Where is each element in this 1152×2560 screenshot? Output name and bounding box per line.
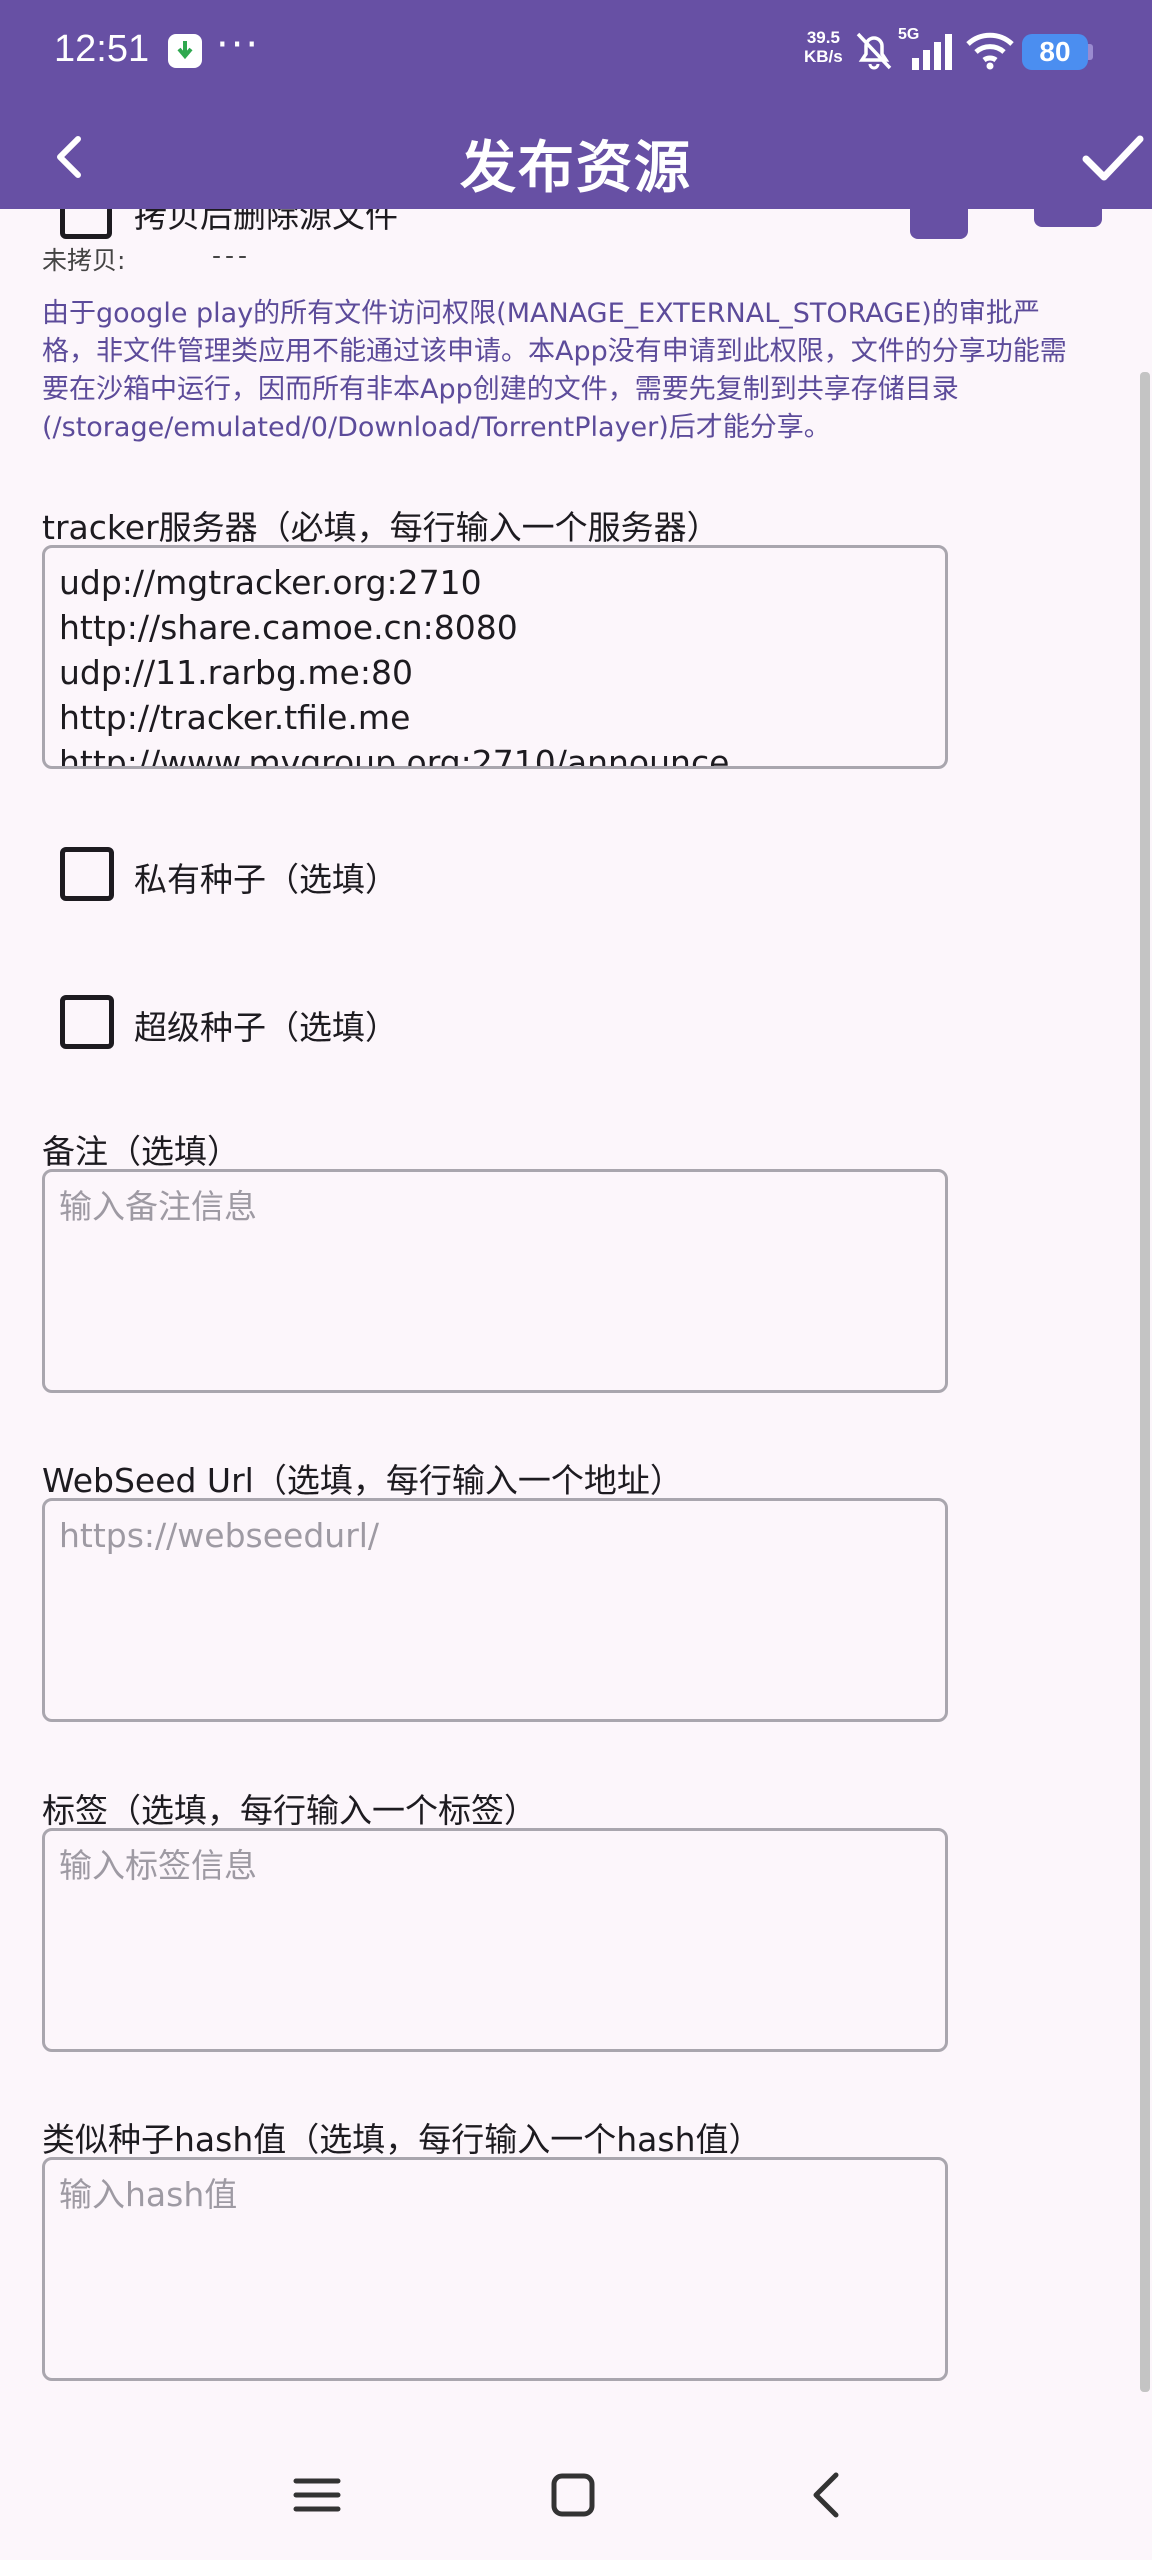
tags-placeholder: 输入标签信息 — [59, 1846, 257, 1885]
tracker-line: udp://mgtracker.org:2710 — [59, 563, 482, 602]
more-notifications-icon: ··· — [216, 22, 261, 68]
comment-label: 备注（选填） — [42, 1132, 240, 1171]
copy-action-button[interactable] — [910, 209, 968, 239]
delete-after-copy-checkbox[interactable] — [60, 209, 112, 239]
webseed-input[interactable]: https://webseedurl/ — [42, 1498, 948, 1722]
menu-icon — [293, 2478, 341, 2512]
tracker-line: udp://11.rarbg.me:80 — [59, 653, 413, 692]
network-speed: 39.5 KB/s — [804, 28, 843, 66]
not-copied-row: 未拷贝: --- — [42, 241, 247, 277]
comment-placeholder: 输入备注信息 — [59, 1187, 257, 1226]
tracker-line: http://www.mvgroup.org:2710/announce — [59, 743, 730, 769]
similar-hash-label: 类似种子hash值（选填，每行输入一个hash值） — [42, 2120, 762, 2159]
cell-signal-icon — [910, 34, 954, 74]
secondary-action-button[interactable] — [1034, 209, 1102, 227]
super-seed-label: 超级种子（选填） — [134, 1008, 398, 1047]
comment-input[interactable]: 输入备注信息 — [42, 1169, 948, 1393]
battery-level: 80 — [1022, 34, 1088, 70]
wifi-icon — [964, 30, 1016, 74]
tracker-line: http://tracker.tfile.me — [59, 698, 411, 737]
private-torrent-checkbox[interactable] — [60, 847, 114, 901]
download-notification-icon — [168, 34, 202, 68]
recent-apps-button[interactable] — [282, 2463, 352, 2527]
square-icon — [551, 2473, 595, 2517]
network-speed-value: 39.5 — [806, 28, 840, 47]
tracker-line: http://share.camoe.cn:8080 — [59, 608, 518, 647]
system-nav-bar — [0, 2431, 1152, 2560]
private-torrent-label: 私有种子（选填） — [134, 860, 398, 899]
tracker-input[interactable]: udp://mgtracker.org:2710 http://share.ca… — [42, 545, 948, 769]
similar-hash-input[interactable]: 输入hash值 — [42, 2157, 948, 2381]
not-copied-label: 未拷贝: — [42, 246, 126, 275]
tracker-label: tracker服务器（必填，每行输入一个服务器） — [42, 508, 720, 547]
tags-input[interactable]: 输入标签信息 — [42, 1828, 948, 2052]
permission-notice: 由于google play的所有文件访问权限(MANAGE_EXTERNAL_S… — [42, 298, 1067, 443]
status-time: 12:51 — [54, 28, 150, 70]
confirm-button[interactable] — [1078, 125, 1146, 189]
page-title: 发布资源 — [460, 136, 692, 201]
super-seed-checkbox[interactable] — [60, 995, 114, 1049]
battery-icon — [1088, 44, 1093, 60]
app-bar: 发布资源 — [0, 105, 1152, 209]
tags-label: 标签（选填，每行输入一个标签） — [42, 1791, 537, 1830]
form-content[interactable]: 拷贝后删除源文件 未拷贝: --- 由于google play的所有文件访问权限… — [0, 209, 1152, 2431]
not-copied-value: --- — [212, 241, 252, 270]
chevron-left-icon — [813, 2472, 839, 2518]
status-bar: 12:51 ··· 39.5 KB/s 5G 80 — [0, 0, 1152, 105]
network-speed-unit: KB/s — [804, 47, 843, 66]
bell-muted-icon — [852, 28, 896, 76]
similar-hash-placeholder: 输入hash值 — [59, 2175, 238, 2214]
webseed-label: WebSeed Url（选填，每行输入一个地址） — [42, 1461, 683, 1500]
check-icon — [1082, 135, 1144, 181]
webseed-placeholder: https://webseedurl/ — [59, 1516, 380, 1555]
delete-after-copy-label: 拷贝后删除源文件 — [134, 209, 398, 235]
scrollbar[interactable] — [1140, 372, 1150, 2392]
home-button[interactable] — [538, 2463, 608, 2527]
system-back-button[interactable] — [792, 2463, 862, 2527]
